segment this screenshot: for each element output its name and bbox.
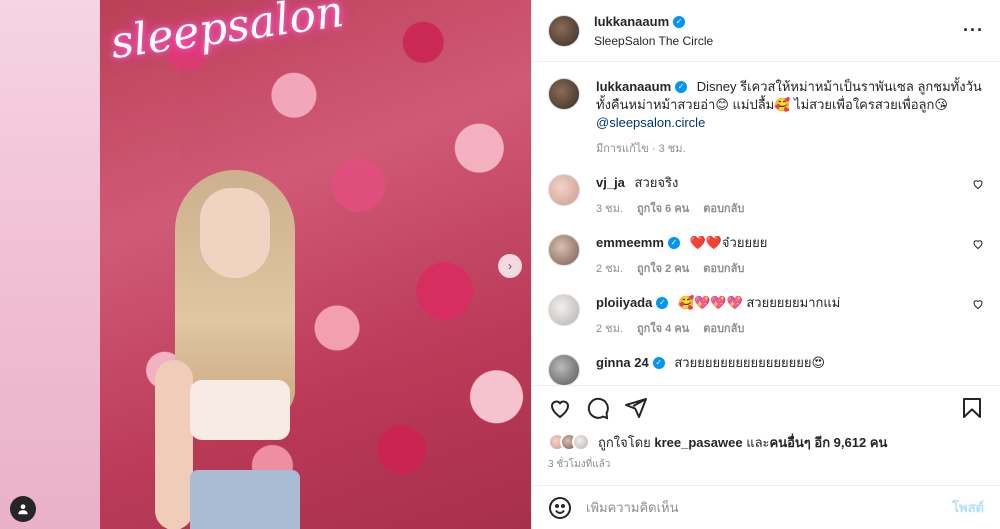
likes-summary: ถูกใจโดย kree_pasawee และ คนอื่นๆ อีก 9,6…	[532, 429, 1000, 455]
user-tag-icon	[18, 504, 28, 515]
avatar[interactable]	[548, 294, 580, 326]
post-dialog: sleepsalon › lukkanaaum ✓ SleepSalon The…	[0, 0, 1000, 529]
comment-username[interactable]: ploiiyada ✓	[596, 294, 669, 312]
edited-time: มีการแก้ไข · 3 ชม.	[596, 143, 686, 155]
comment-username[interactable]: vj_ja	[596, 174, 625, 192]
more-options-icon[interactable]: ···	[963, 20, 984, 41]
avatar[interactable]	[548, 174, 580, 206]
verified-badge-icon: ✓	[667, 237, 680, 249]
location-link[interactable]: SleepSalon The Circle	[594, 34, 963, 48]
username-text[interactable]: lukkanaaum	[594, 14, 669, 29]
avatar[interactable]	[548, 234, 580, 266]
comment-likes[interactable]: ถูกใจ 6 คน	[637, 200, 689, 218]
avatar	[572, 433, 590, 451]
comment-text: ❤️❤️จ๋วยยยย	[689, 235, 768, 250]
comments-list[interactable]: lukkanaaum ✓ Disney รีเควสให้หม่าหม้าเป็…	[532, 62, 1000, 385]
share-send-icon[interactable]	[624, 396, 648, 420]
post-header: lukkanaaum ✓ SleepSalon The Circle ···	[532, 0, 1000, 62]
username-text[interactable]: ginna 24	[596, 354, 649, 372]
verified-badge-icon: ✓	[673, 15, 686, 28]
comment-body: ginna 24 ✓ สวยยยยยยยยยยยยยยยย😍	[596, 354, 984, 385]
heart-icon[interactable]	[972, 238, 984, 250]
chevron-right-icon: ›	[508, 259, 512, 273]
verified-badge-icon: ✓	[656, 297, 669, 309]
likes-others[interactable]: คนอื่นๆ อีก 9,612 คน	[770, 432, 888, 453]
comment-meta: 3 ชม. ถูกใจ 6 คน ตอบกลับ	[596, 200, 984, 218]
caption-body: lukkanaaum ✓ Disney รีเควสให้หม่าหม้าเป็…	[596, 78, 984, 158]
face	[200, 188, 270, 278]
avatar[interactable]	[548, 14, 580, 47]
reply-button[interactable]: ตอบกลับ	[703, 320, 744, 338]
comment-body: vj_ja สวยจริง 3 ชม. ถูกใจ 6 คน ตอบกลับ	[596, 174, 984, 218]
liker-avatars	[548, 433, 590, 451]
comment-item: ploiiyada ✓ 🥰💖💖💖 สวยยยยยมากแม่ 2 ชม. ถูก…	[548, 294, 984, 338]
comment-text: สวยจริง	[634, 175, 679, 190]
username-text[interactable]: lukkanaaum	[596, 78, 671, 96]
comment-time: 2 ชม.	[596, 323, 623, 335]
comment-text: 🥰💖💖💖 สวยยยยยมากแม่	[677, 295, 841, 310]
comment-item: emmeemm ✓ ❤️❤️จ๋วยยยย 2 ชม. ถูกใจ 2 คน ต…	[548, 234, 984, 278]
heart-icon[interactable]	[972, 298, 984, 310]
heart-icon[interactable]	[972, 178, 984, 190]
username-text[interactable]: ploiiyada	[596, 294, 652, 312]
bookmark-icon[interactable]	[960, 396, 984, 420]
header-username[interactable]: lukkanaaum ✓	[594, 14, 686, 29]
arm	[155, 360, 193, 529]
caption: lukkanaaum ✓ Disney รีเควสให้หม่าหม้าเป็…	[548, 78, 984, 158]
comment-username[interactable]: ginna 24 ✓	[596, 354, 665, 372]
avatar[interactable]	[548, 354, 580, 385]
reply-button[interactable]: ตอบกลับ	[703, 200, 744, 218]
jeans	[190, 470, 300, 529]
caption-meta: มีการแก้ไข · 3 ชม.	[596, 140, 984, 158]
comment-input[interactable]	[586, 500, 953, 515]
next-photo-button[interactable]: ›	[498, 254, 522, 278]
comment-meta: 2 ชม. ถูกใจ 4 คน ตอบกลับ	[596, 320, 984, 338]
avatar[interactable]	[548, 78, 580, 110]
liker-username[interactable]: kree_pasawee	[654, 435, 742, 450]
person-figure	[150, 170, 350, 529]
top-garment	[190, 380, 290, 440]
likes-middle: และ	[746, 434, 770, 450]
post-button[interactable]: โพสต์	[952, 497, 984, 518]
add-comment-bar: โพสต์	[532, 485, 1000, 529]
mention-link[interactable]: @sleepsalon.circle	[596, 115, 705, 130]
action-bar	[532, 385, 1000, 429]
comment-icon[interactable]	[586, 396, 610, 420]
tagged-users-button[interactable]	[10, 496, 36, 522]
username-text[interactable]: emmeemm	[596, 234, 664, 252]
like-heart-icon[interactable]	[548, 396, 572, 420]
post-photo[interactable]: sleepsalon ›	[0, 0, 531, 529]
verified-badge-icon: ✓	[675, 81, 688, 93]
comment-likes[interactable]: ถูกใจ 4 คน	[637, 320, 689, 338]
emoji-icon[interactable]	[548, 496, 572, 520]
comment-time: 3 ชม.	[596, 203, 623, 215]
likes-prefix: ถูกใจโดย	[598, 434, 651, 450]
comment-body: emmeemm ✓ ❤️❤️จ๋วยยยย 2 ชม. ถูกใจ 2 คน ต…	[596, 234, 984, 278]
comment-likes[interactable]: ถูกใจ 2 คน	[637, 260, 689, 278]
comment-text: สวยยยยยยยยยยยยยยยย😍	[674, 355, 826, 370]
post-time[interactable]: 3 ชั่วโมงที่แล้ว	[532, 455, 1000, 477]
post-side-panel: lukkanaaum ✓ SleepSalon The Circle ··· l…	[531, 0, 1000, 529]
comment-username[interactable]: emmeemm ✓	[596, 234, 680, 252]
comment-body: ploiiyada ✓ 🥰💖💖💖 สวยยยยยมากแม่ 2 ชม. ถูก…	[596, 294, 984, 338]
caption-username[interactable]: lukkanaaum ✓	[596, 78, 688, 96]
header-text: lukkanaaum ✓ SleepSalon The Circle	[594, 13, 963, 48]
verified-badge-icon: ✓	[652, 357, 665, 369]
comment-item: ginna 24 ✓ สวยยยยยยยยยยยยยยยย😍	[548, 354, 984, 385]
comment-time: 2 ชม.	[596, 263, 623, 275]
reply-button[interactable]: ตอบกลับ	[703, 260, 744, 278]
comment-item: vj_ja สวยจริง 3 ชม. ถูกใจ 6 คน ตอบกลับ	[548, 174, 984, 218]
comment-meta: 2 ชม. ถูกใจ 2 คน ตอบกลับ	[596, 260, 984, 278]
